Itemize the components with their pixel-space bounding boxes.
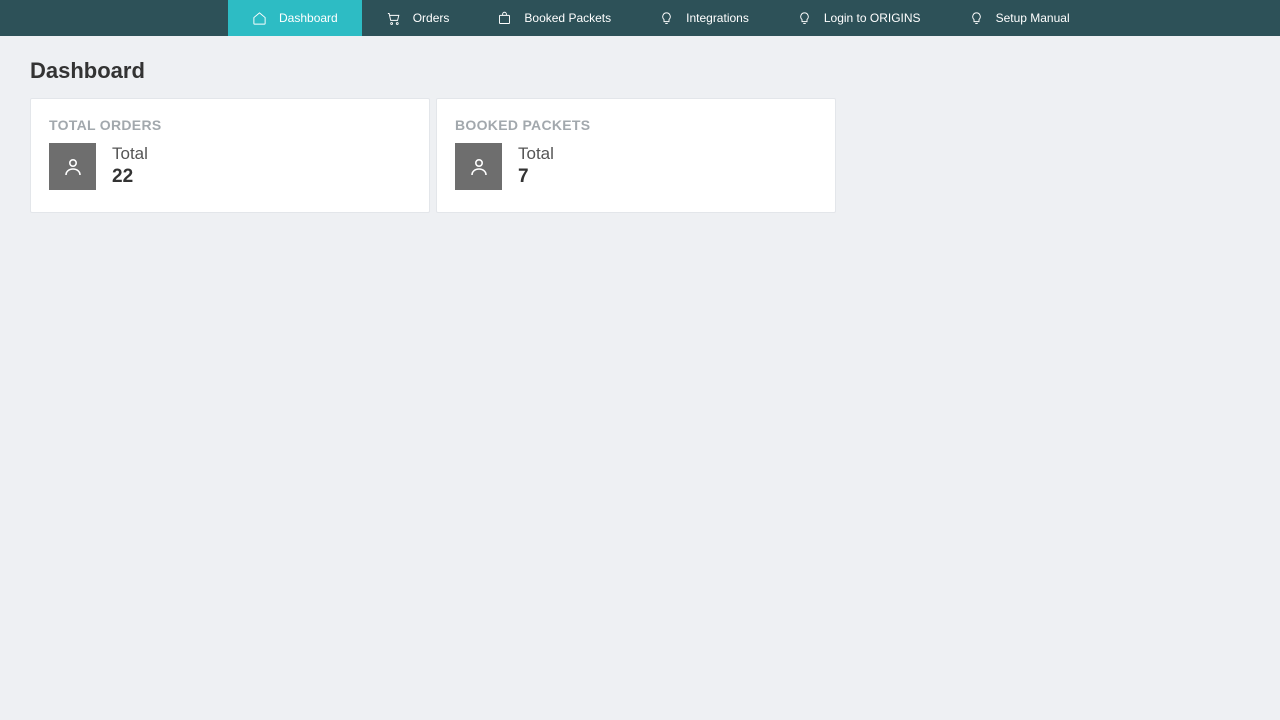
- nav-item-label: Booked Packets: [524, 11, 611, 25]
- nav-item-label: Login to ORIGINS: [824, 11, 921, 25]
- top-nav: Dashboard Orders Booked Packets Integrat…: [0, 0, 1280, 36]
- person-icon: [455, 143, 502, 190]
- card-booked-packets: BOOKED PACKETS Total 7: [436, 98, 836, 213]
- card-sub-label: Total: [518, 143, 554, 165]
- nav-item-orders[interactable]: Orders: [362, 0, 474, 36]
- bulb-icon: [969, 11, 984, 26]
- nav-item-booked-packets[interactable]: Booked Packets: [473, 0, 635, 36]
- card-sub-label: Total: [112, 143, 148, 165]
- card-text: Total 22: [112, 143, 148, 190]
- bulb-icon: [659, 11, 674, 26]
- card-total-orders: TOTAL ORDERS Total 22: [30, 98, 430, 213]
- card-title: TOTAL ORDERS: [49, 117, 411, 133]
- nav-item-dashboard[interactable]: Dashboard: [228, 0, 362, 36]
- card-value: 22: [112, 165, 148, 190]
- nav-item-setup-manual[interactable]: Setup Manual: [945, 0, 1094, 36]
- nav-item-login-origins[interactable]: Login to ORIGINS: [773, 0, 945, 36]
- content-area: Dashboard TOTAL ORDERS Total 22 BOOKED P…: [0, 36, 1280, 235]
- page-title: Dashboard: [30, 58, 1250, 84]
- nav-item-label: Integrations: [686, 11, 749, 25]
- card-text: Total 7: [518, 143, 554, 190]
- nav-item-integrations[interactable]: Integrations: [635, 0, 773, 36]
- bag-icon: [497, 11, 512, 26]
- nav-item-label: Setup Manual: [996, 11, 1070, 25]
- card-value: 7: [518, 165, 554, 190]
- cards-row: TOTAL ORDERS Total 22 BOOKED PACKETS Tot…: [30, 98, 1250, 213]
- card-body: Total 22: [49, 143, 411, 190]
- nav-item-label: Dashboard: [279, 11, 338, 25]
- cart-icon: [386, 11, 401, 26]
- card-title: BOOKED PACKETS: [455, 117, 817, 133]
- home-icon: [252, 11, 267, 26]
- person-icon: [49, 143, 96, 190]
- card-body: Total 7: [455, 143, 817, 190]
- nav-item-label: Orders: [413, 11, 450, 25]
- bulb-icon: [797, 11, 812, 26]
